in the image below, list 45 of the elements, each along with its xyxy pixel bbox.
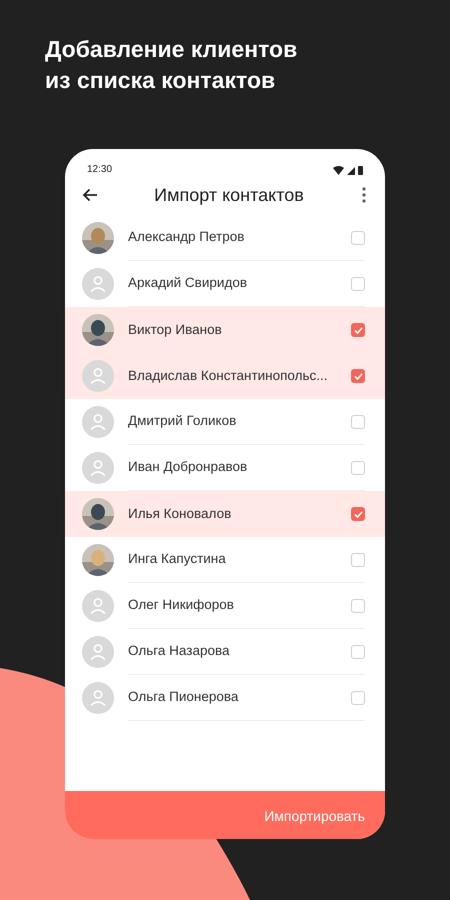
headline: Добавление клиентов bbox=[45, 35, 298, 64]
contact-name: Аркадий Свиридов bbox=[128, 274, 248, 292]
checkbox[interactable] bbox=[351, 460, 365, 474]
contact-name: Дмитрий Голиков bbox=[128, 412, 238, 430]
contact-name: Иван Добронравов bbox=[128, 458, 248, 476]
avatar-placeholder-icon bbox=[82, 360, 114, 392]
checkbox[interactable] bbox=[351, 552, 365, 566]
contact-name: Ольга Назарова bbox=[128, 642, 230, 660]
back-arrow-icon bbox=[82, 188, 98, 202]
screen-title: Импорт контактов bbox=[153, 184, 305, 207]
avatar-placeholder-icon bbox=[82, 268, 114, 300]
contact-row[interactable]: Владислав Константинопольс... bbox=[65, 353, 385, 399]
more-icon bbox=[362, 187, 366, 203]
contact-name: Владислав Константинопольс... bbox=[128, 366, 329, 385]
checkbox[interactable] bbox=[351, 323, 365, 337]
battery-icon bbox=[358, 166, 363, 175]
contact-name: Инга Капустина bbox=[128, 550, 227, 568]
checkbox[interactable] bbox=[351, 644, 365, 658]
check-icon bbox=[354, 372, 362, 380]
avatar-placeholder-icon bbox=[82, 682, 114, 714]
checkbox[interactable] bbox=[351, 690, 365, 704]
checkbox[interactable] bbox=[351, 598, 365, 612]
headline: из списка контактов bbox=[45, 66, 276, 95]
wifi-icon bbox=[333, 166, 344, 175]
checkbox[interactable] bbox=[351, 276, 365, 290]
avatar-placeholder-icon bbox=[82, 590, 114, 622]
avatar-placeholder-icon bbox=[82, 406, 114, 438]
contact-name: Ольга Пионерова bbox=[128, 688, 240, 706]
check-icon bbox=[354, 326, 362, 334]
checkbox[interactable] bbox=[351, 230, 365, 244]
contact-name: Александр Петров bbox=[128, 228, 246, 246]
status-time: 12:30 bbox=[87, 163, 112, 177]
check-icon bbox=[354, 510, 362, 518]
checkbox[interactable] bbox=[351, 507, 365, 521]
avatar-placeholder-icon bbox=[82, 452, 114, 484]
checkbox[interactable] bbox=[351, 369, 365, 383]
avatar-placeholder-icon bbox=[82, 636, 114, 668]
contact-name: Олег Никифоров bbox=[128, 596, 235, 614]
contact-name: Виктор Иванов bbox=[128, 320, 223, 339]
contact-row[interactable]: Илья Коновалов bbox=[65, 491, 385, 537]
checkbox[interactable] bbox=[351, 414, 365, 428]
back-button[interactable] bbox=[81, 186, 99, 204]
contact-row[interactable]: Виктор Иванов bbox=[65, 307, 385, 353]
contact-name: Илья Коновалов bbox=[128, 504, 232, 523]
signal-icon bbox=[347, 166, 355, 174]
